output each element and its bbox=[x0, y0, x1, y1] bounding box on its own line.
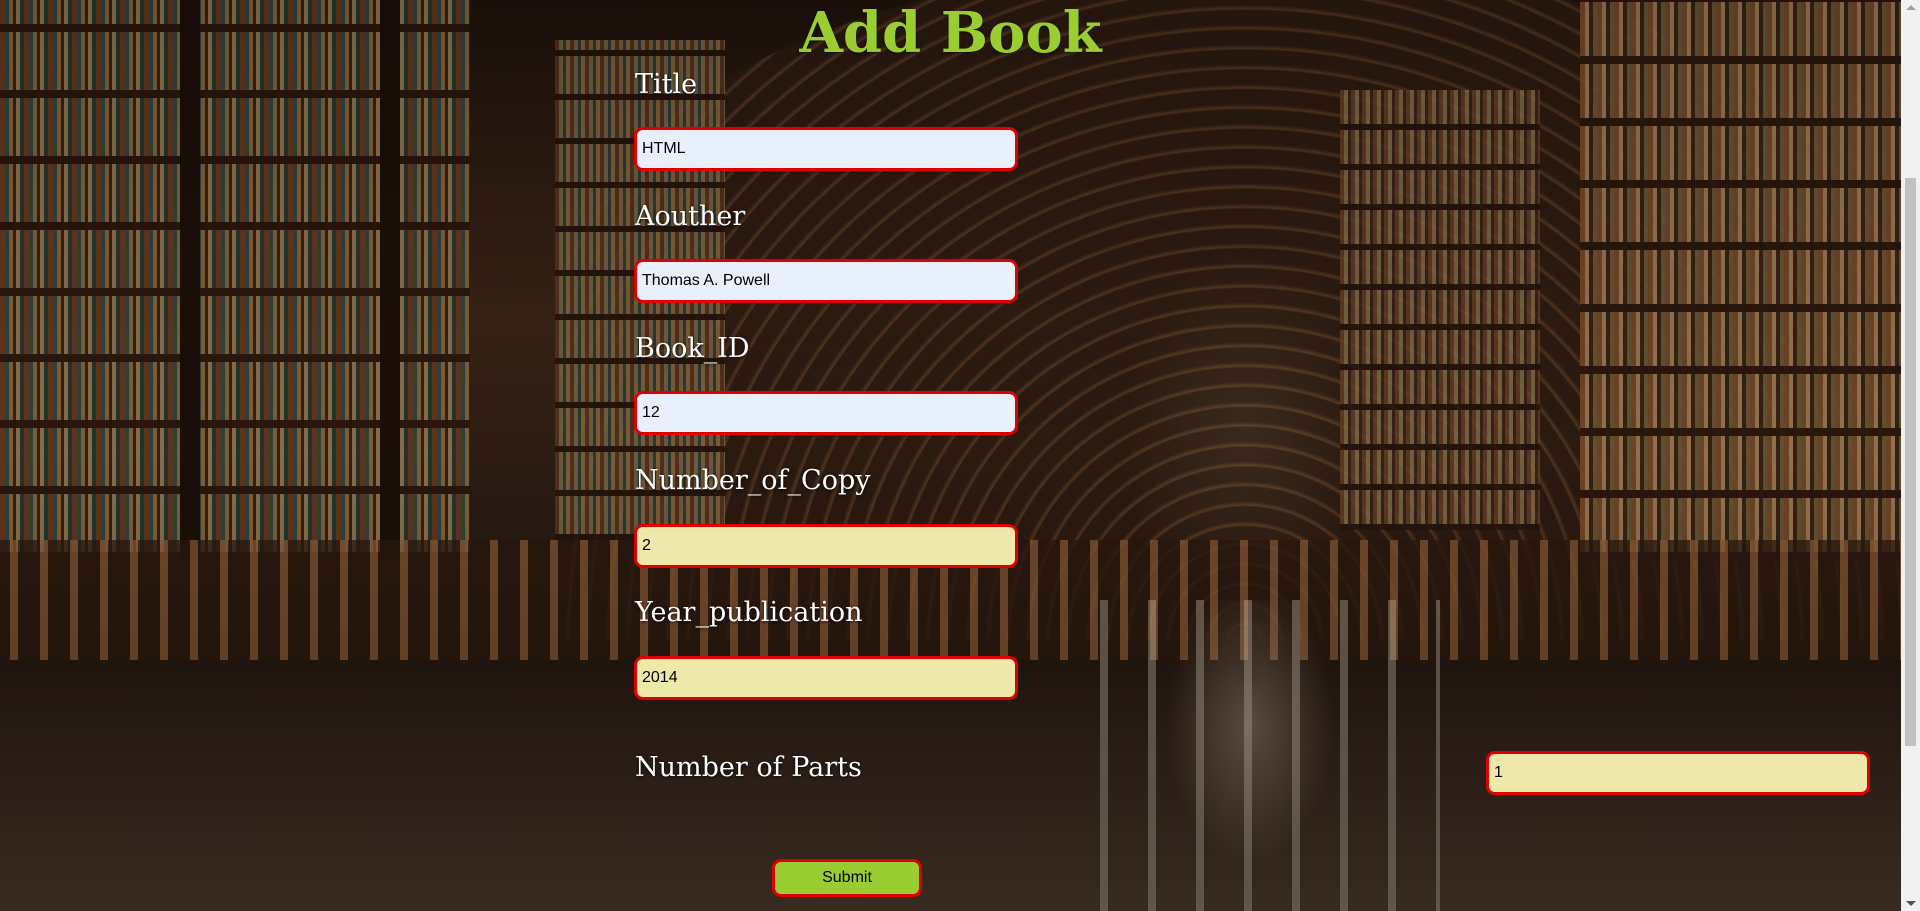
number-of-copy-label: Number_of_Copy bbox=[635, 465, 871, 496]
number-of-parts-label: Number of Parts bbox=[635, 752, 862, 783]
book-id-label: Book_ID bbox=[635, 333, 750, 364]
title-input[interactable] bbox=[634, 127, 1018, 171]
page-heading: Add Book bbox=[799, 0, 1102, 66]
vertical-scrollbar[interactable] bbox=[1901, 0, 1920, 911]
scroll-down-arrow-icon[interactable] bbox=[1906, 901, 1916, 906]
author-label: Aouther bbox=[635, 201, 746, 232]
submit-button[interactable]: Submit bbox=[772, 859, 922, 897]
year-publication-label: Year_publication bbox=[635, 597, 863, 628]
scrollbar-thumb[interactable] bbox=[1905, 178, 1916, 746]
year-publication-input[interactable] bbox=[634, 656, 1018, 700]
title-label: Title bbox=[635, 69, 698, 100]
author-input[interactable] bbox=[634, 259, 1018, 303]
number-of-copy-input[interactable] bbox=[634, 524, 1018, 568]
scroll-up-arrow-icon[interactable] bbox=[1906, 5, 1916, 10]
number-of-parts-input[interactable] bbox=[1486, 751, 1870, 795]
book-id-input[interactable] bbox=[634, 391, 1018, 435]
